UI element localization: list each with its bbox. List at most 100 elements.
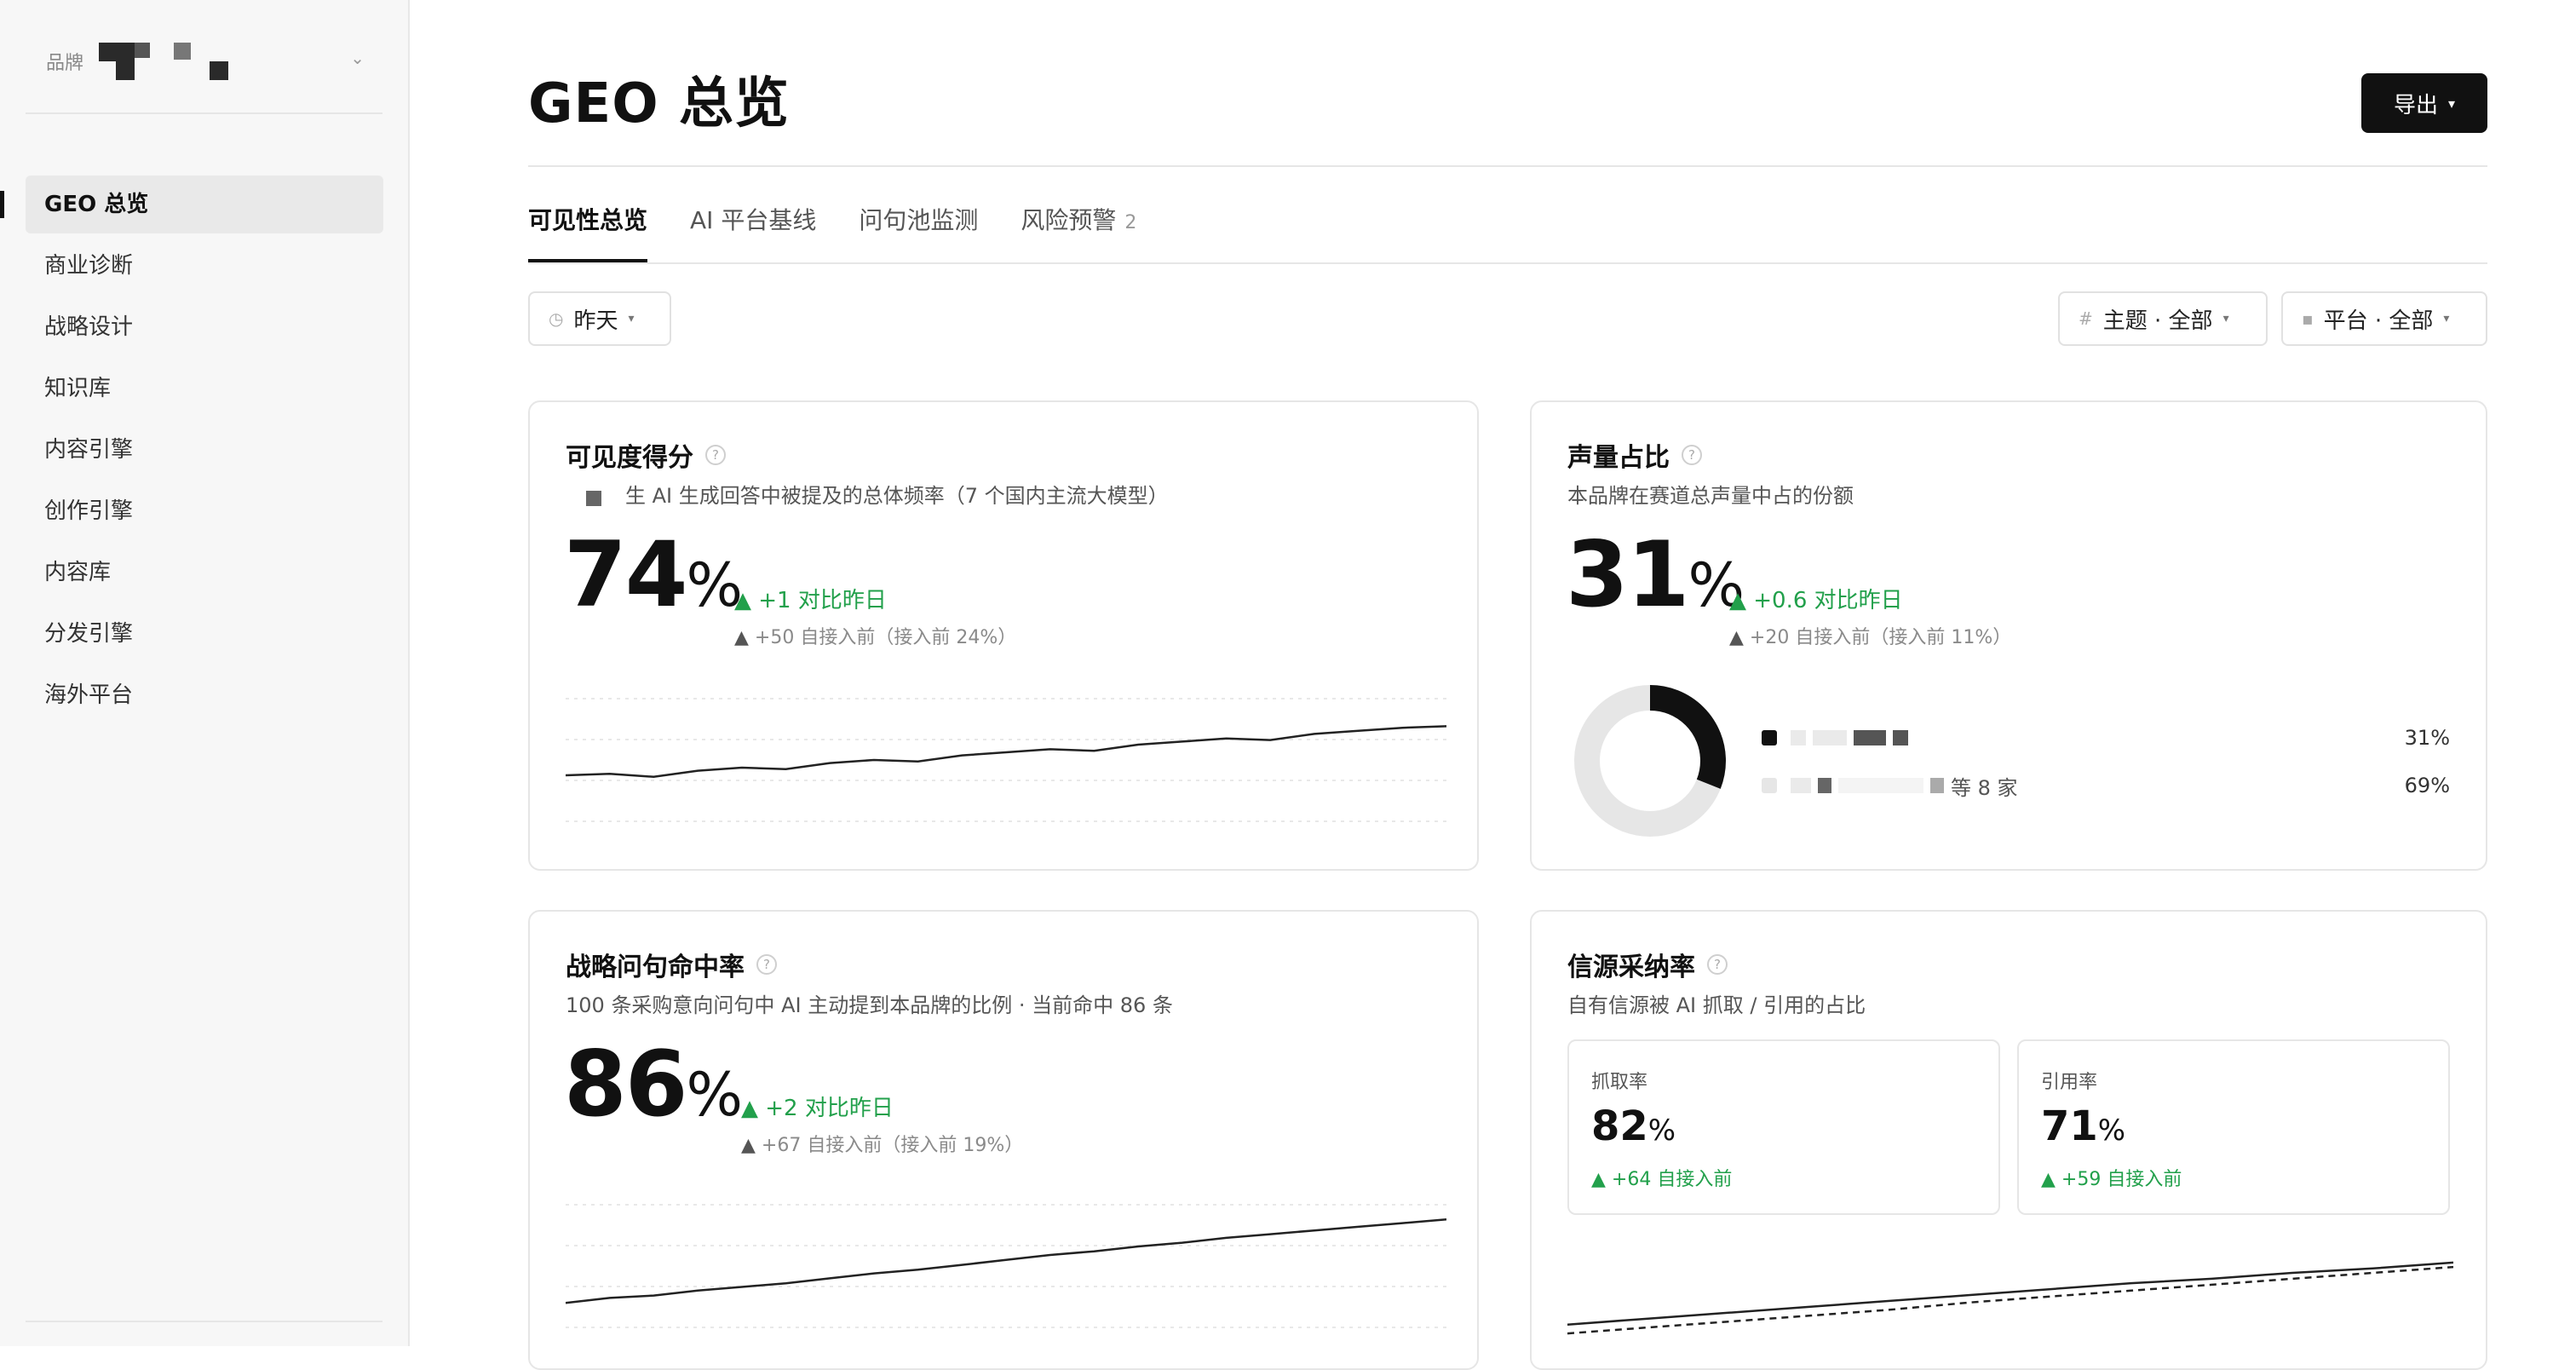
brand-logo [99, 39, 295, 82]
tab-risk-alert[interactable]: 风险预警 2 [1021, 198, 1136, 262]
redacted-block [586, 490, 601, 506]
help-icon[interactable]: ? [1682, 445, 1702, 465]
triangle-up-icon: ▲ [741, 1135, 762, 1156]
page-title: GEO 总览 [528, 72, 790, 135]
tabs-divider [528, 262, 2487, 264]
visibility-score-card: 可见度得分 ? 生 AI 生成回答中被提及的总体频率（7 个国内主流大模型） 7… [528, 400, 1479, 871]
brand-selector[interactable]: 品牌 ⌄ [46, 34, 370, 85]
delta-vs-yesterday: ▲ +0.6 对比昨日 [1729, 588, 1903, 613]
sidebar-bottom-divider [26, 1321, 382, 1322]
sidebar-item-content-library[interactable]: 内容库 [26, 544, 383, 602]
legend-value: 69% [2404, 774, 2450, 797]
card-subtitle-text: 生 AI 生成回答中被提及的总体频率（7 个国内主流大模型） [625, 484, 1169, 508]
help-icon[interactable]: ? [705, 445, 726, 465]
main-content: GEO 总览 导出 ▾ 可见性总览 AI 平台基线 问句池监测 风险预警 2 ◷ … [528, 0, 2487, 1370]
tab-label: 问句池监测 [859, 206, 979, 234]
metric-value: 74% [564, 530, 743, 620]
crawl-rate-panel: 抓取率 82% ▲ +64 自接入前 [1567, 1039, 2000, 1215]
strategic-question-hit-rate-card: 战略问句命中率 ? 100 条采购意向问句中 AI 主动提到本品牌的比例 · 当… [528, 910, 1479, 1370]
date-filter-value: 昨天 [573, 308, 618, 334]
sidebar-item-label: 创作引擎 [44, 498, 134, 524]
redacted-block [1893, 730, 1908, 745]
sidebar-divider [26, 112, 382, 114]
sidebar-item-content-engine[interactable]: 内容引擎 [26, 421, 383, 479]
since-text: +67 自接入前（接入前 19%） [761, 1135, 1024, 1156]
redacted-block [1791, 778, 1811, 793]
metric-unit: % [686, 1060, 744, 1130]
tab-label: 可见性总览 [528, 206, 648, 234]
tab-question-pool[interactable]: 问句池监测 [859, 198, 978, 262]
platform-filter[interactable]: ▪ 平台 · 全部 ▾ [2281, 291, 2487, 346]
source-adoption-trend-chart [1567, 1261, 2453, 1335]
card-title: 声量占比 ? [1567, 436, 1702, 474]
sidebar: 品牌 ⌄ GEO 总览 商业诊断 战略设计 知识库 内容引擎 创作引擎 内容库 … [0, 0, 410, 1346]
chevron-down-icon: ⌄ [350, 48, 365, 68]
crawl-rate-label: 抓取率 [1591, 1072, 1648, 1093]
sidebar-item-overseas-platform[interactable]: 海外平台 [26, 666, 383, 724]
metric-number: 71 [2041, 1102, 2098, 1150]
sidebar-item-geo-overview[interactable]: GEO 总览 [0, 176, 383, 233]
card-title-text: 战略问句命中率 [566, 953, 745, 982]
delta-since-onboarding: ▲ +20 自接入前（接入前 11%） [1729, 622, 2011, 649]
sidebar-item-label: 战略设计 [44, 314, 134, 340]
sidebar-item-knowledge-base[interactable]: 知识库 [26, 360, 383, 417]
citation-trend-line [1567, 1265, 2453, 1335]
redacted-block [1838, 778, 1923, 793]
sidebar-item-label: GEO 总览 [44, 192, 149, 217]
header-divider [528, 165, 2487, 167]
date-filter[interactable]: ◷ 昨天 ▾ [528, 291, 671, 346]
help-icon[interactable]: ? [1707, 954, 1728, 975]
legend-row-others: 等 8 家 69% [1762, 768, 2450, 803]
sidebar-item-label: 知识库 [44, 376, 112, 401]
triangle-up-icon: ▲ [734, 627, 755, 648]
sidebar-item-label: 内容引擎 [44, 437, 134, 463]
tab-visibility-overview[interactable]: 可见性总览 [528, 198, 648, 262]
card-title-text: 可见度得分 [566, 443, 693, 473]
caret-down-icon: ▾ [2222, 312, 2229, 325]
sidebar-item-distribution-engine[interactable]: 分发引擎 [26, 605, 383, 663]
tab-ai-platform-baseline[interactable]: AI 平台基线 [690, 198, 816, 262]
card-title: 信源采纳率 ? [1567, 946, 1728, 983]
sidebar-item-label: 分发引擎 [44, 621, 134, 647]
trend-line [566, 1218, 1446, 1304]
topic-filter[interactable]: # 主题 · 全部 ▾ [2058, 291, 2268, 346]
help-icon[interactable]: ? [756, 954, 777, 975]
card-subtitle: 本品牌在赛道总声量中占的份额 [1567, 484, 1854, 508]
sidebar-item-strategy-design[interactable]: 战略设计 [26, 298, 383, 356]
citation-rate-value: 71% [2041, 1102, 2125, 1150]
legend-swatch [1762, 778, 1777, 793]
redacted-block [1818, 778, 1831, 793]
metric-value: 31% [1566, 530, 1745, 620]
sidebar-item-label: 商业诊断 [44, 253, 134, 279]
tab-label: AI 平台基线 [690, 206, 817, 234]
crawl-trend-line [1567, 1261, 2453, 1326]
tab-label: 风险预警 [1021, 206, 1117, 234]
sidebar-item-creation-engine[interactable]: 创作引擎 [26, 482, 383, 540]
legend-row-brand: 31% [1762, 721, 2450, 755]
metric-unit: % [1647, 1114, 1676, 1148]
crawl-rate-delta: ▲ +64 自接入前 [1591, 1169, 1733, 1190]
visibility-trend-chart [566, 698, 1446, 822]
active-indicator [0, 191, 4, 218]
legend-value: 31% [2404, 726, 2450, 750]
delta-since-onboarding: ▲ +50 自接入前（接入前 24%） [734, 622, 1016, 649]
crawl-rate-value: 82% [1591, 1102, 1676, 1150]
since-text: +20 自接入前（接入前 11%） [1749, 627, 2012, 648]
brand-label: 品牌 [46, 53, 84, 74]
trend-line [566, 725, 1446, 779]
sidebar-item-label: 海外平台 [44, 682, 134, 708]
metric-number: 82 [1591, 1102, 1648, 1150]
tab-count-badge: 2 [1124, 212, 1137, 233]
platform-filter-value: 平台 · 全部 [2323, 308, 2434, 334]
platform-icon: ▪ [2302, 308, 2314, 329]
delta-since-onboarding: ▲ +67 自接入前（接入前 19%） [741, 1130, 1023, 1157]
sidebar-item-label: 内容库 [44, 560, 112, 585]
card-title: 战略问句命中率 ? [566, 946, 777, 983]
export-button[interactable]: 导出 ▾ [2361, 73, 2487, 133]
caret-down-icon: ▾ [2443, 312, 2450, 325]
legend-label: 等 8 家 [1951, 775, 2018, 800]
redacted-block [1930, 778, 1944, 793]
redacted-block [1854, 730, 1886, 745]
sidebar-item-business-diagnosis[interactable]: 商业诊断 [26, 237, 383, 295]
metric-number: 31 [1566, 522, 1690, 627]
